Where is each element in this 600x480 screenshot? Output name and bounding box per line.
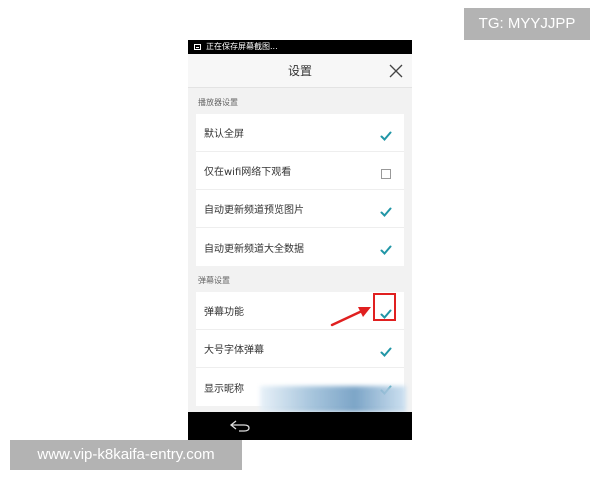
setting-row-large-font-danmaku[interactable]: 大号字体弹幕 [196,330,404,368]
phone-screen: 正在保存屏幕截图... 设置 播放器设置 默认全屏 仅在wifi网络下观看 自动… [188,40,412,440]
settings-group-player: 默认全屏 仅在wifi网络下观看 自动更新频道预览图片 自动更新频道大全数据 [196,114,404,266]
navigation-bar [188,412,412,440]
setting-row-wifi-only[interactable]: 仅在wifi网络下观看 [196,152,404,190]
back-arrow-icon[interactable] [229,420,251,432]
close-icon[interactable] [388,63,404,79]
checkmark-icon [380,131,392,141]
setting-label: 自动更新频道预览图片 [204,205,304,216]
setting-label: 大号字体弹幕 [204,345,264,356]
setting-row-default-fullscreen[interactable]: 默认全屏 [196,114,404,152]
highlight-box [373,293,396,321]
setting-label: 仅在wifi网络下观看 [204,167,292,178]
section-header-danmaku: 弹幕设置 [198,276,230,285]
blurred-overlay [260,386,406,412]
setting-label: 显示昵称 [204,383,244,395]
checkbox[interactable] [380,241,392,255]
status-text: 正在保存屏幕截图... [206,42,278,51]
checkbox[interactable] [380,127,392,141]
checkbox[interactable] [380,165,392,179]
page-title: 设置 [287,64,312,78]
status-bar: 正在保存屏幕截图... [188,40,412,54]
checkbox[interactable] [380,203,392,217]
setting-row-auto-update-directory[interactable]: 自动更新频道大全数据 [196,228,404,266]
setting-label: 弹幕功能 [204,307,244,318]
url-watermark: www.vip-k8kaifa-entry.com [10,440,242,470]
section-header-player: 播放器设置 [198,98,238,107]
red-arrow-icon [330,307,371,327]
empty-checkbox-icon [381,168,391,179]
image-icon [194,44,201,50]
setting-label: 自动更新频道大全数据 [204,243,304,255]
setting-row-auto-update-preview[interactable]: 自动更新频道预览图片 [196,190,404,228]
title-bar: 设置 [188,54,412,88]
checkmark-icon [380,347,392,357]
checkmark-icon [380,207,392,217]
tg-watermark: TG: MYYJJPP [464,8,590,40]
setting-label: 默认全屏 [204,129,244,140]
checkmark-icon [380,245,392,255]
checkbox[interactable] [380,343,392,357]
